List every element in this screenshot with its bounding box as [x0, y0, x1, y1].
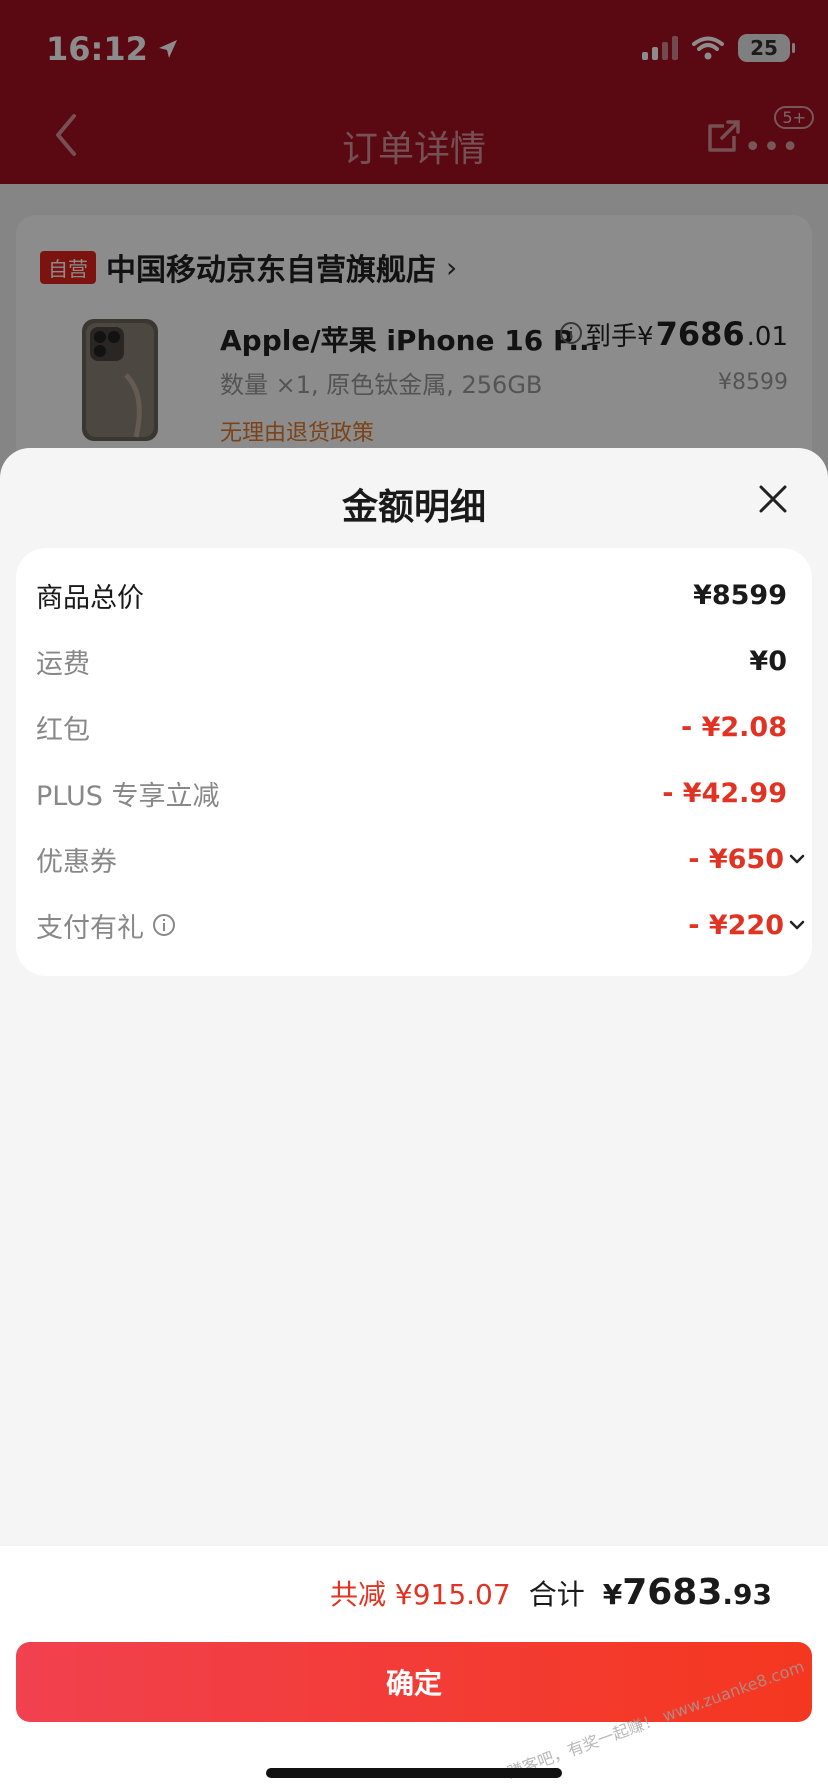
total-saved: 共减 ¥915.07	[329, 1578, 511, 1611]
row-coupon[interactable]: 优惠券 - ¥650	[36, 834, 806, 884]
total-currency: ¥	[602, 1578, 623, 1611]
row-label: 优惠券	[36, 846, 117, 878]
total-integer: 7683	[622, 1572, 723, 1613]
chevron-down-icon[interactable]	[788, 850, 806, 868]
row-red-packet: 红包 - ¥2.08	[36, 702, 806, 752]
total-decimal: .93	[722, 1578, 772, 1611]
row-goods-total: 商品总价 ¥8599	[36, 570, 806, 620]
amount-detail-card: 商品总价 ¥8599 运费 ¥0 红包 - ¥2.08 PLUS 专享立减 - …	[16, 548, 812, 976]
price-summary: 共减 ¥915.07 合计 ¥ 7683 .93	[330, 1572, 772, 1613]
row-value: ¥0	[749, 645, 787, 677]
row-label: 红包	[36, 714, 90, 746]
row-label-text: 支付有礼	[36, 912, 144, 944]
home-indicator[interactable]	[266, 1768, 562, 1778]
row-shipping: 运费 ¥0	[36, 636, 806, 686]
total-label: 合计	[528, 1578, 585, 1611]
info-icon[interactable]	[152, 913, 176, 937]
row-payment-gift[interactable]: 支付有礼 - ¥220	[36, 900, 806, 950]
total-amount: ¥ 7683 .93	[603, 1572, 772, 1613]
sheet-title: 金额明细	[341, 487, 486, 528]
bottom-summary-bar: 共减 ¥915.07 合计 ¥ 7683 .93 确定 赚客吧，有奖一起赚！ w…	[0, 1546, 828, 1792]
chevron-down-icon[interactable]	[788, 916, 806, 934]
row-label: PLUS 专享立减	[36, 780, 220, 812]
close-icon[interactable]	[756, 482, 790, 516]
row-plus-discount: PLUS 专享立减 - ¥42.99	[36, 768, 806, 818]
row-value[interactable]: - ¥650	[688, 844, 806, 875]
row-value[interactable]: - ¥220	[688, 910, 806, 941]
row-value: - ¥2.08	[680, 711, 787, 743]
row-label: 运费	[36, 648, 90, 680]
row-value-text: - ¥220	[688, 909, 784, 941]
row-value-text: - ¥650	[688, 843, 784, 875]
row-value: ¥8599	[693, 579, 787, 611]
row-value: - ¥42.99	[662, 777, 787, 809]
row-label: 支付有礼	[36, 906, 176, 945]
row-label: 商品总价	[36, 582, 144, 614]
